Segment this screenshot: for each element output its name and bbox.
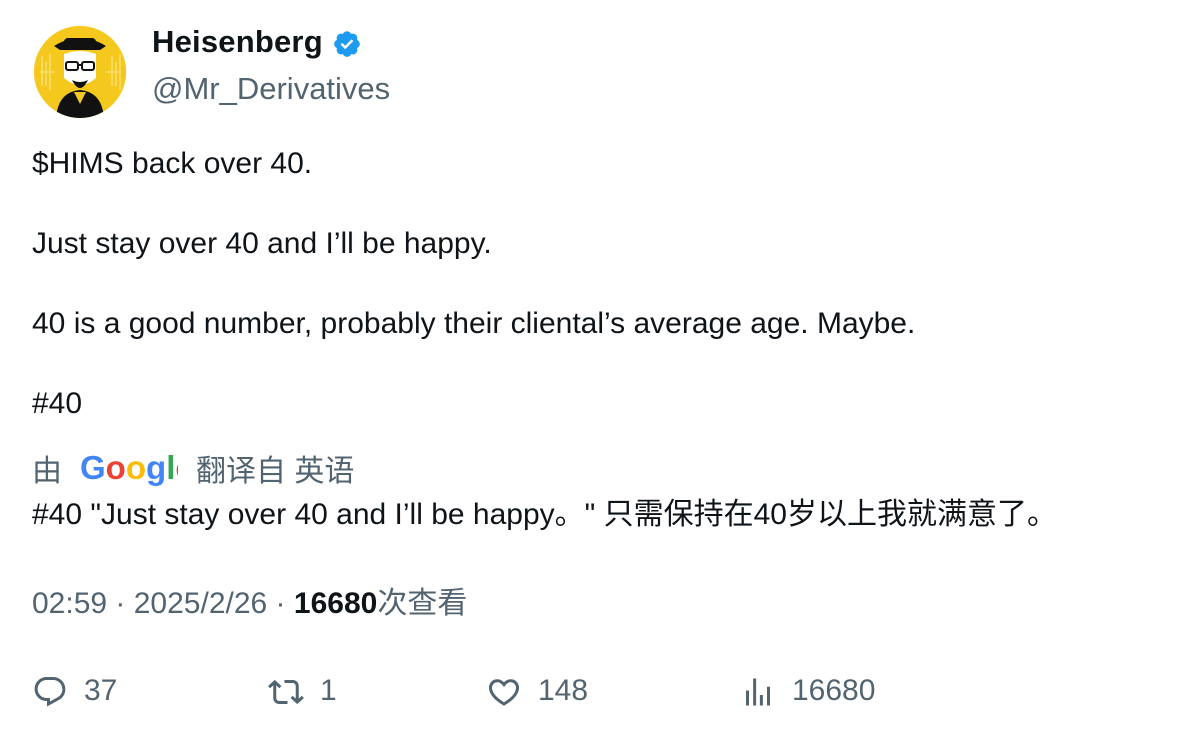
google-logo-icon: Google	[80, 449, 178, 486]
retweet-count: 1	[320, 673, 337, 707]
tweet-text: $HIMS back over 40. Just stay over 40 an…	[32, 144, 915, 424]
views-count: 16680	[293, 587, 378, 620]
tweet-time[interactable]: 02:59	[32, 587, 107, 620]
reply-button[interactable]: 37	[32, 670, 117, 714]
like-count: 148	[538, 673, 589, 707]
hashtag-link[interactable]: #40	[32, 384, 915, 424]
retweet-button[interactable]: 1	[268, 670, 337, 714]
views-action-count: 16680	[792, 673, 876, 707]
heart-icon	[488, 679, 520, 706]
translated-text: #40 "Just stay over 40 and I’ll be happy…	[32, 498, 1057, 531]
action-bar: 37 1 148 16680	[32, 670, 1182, 714]
heisenberg-avatar-icon	[34, 26, 126, 118]
handle[interactable]: @Mr_Derivatives	[152, 71, 390, 107]
display-name[interactable]: Heisenberg	[152, 24, 323, 60]
tweet-meta: 02:59 · 2025/2/26 · 16680次查看	[32, 587, 468, 620]
verified-badge-icon	[334, 30, 360, 57]
reply-icon	[34, 677, 66, 707]
author-names: Heisenberg @Mr_Derivatives	[152, 24, 390, 120]
views-button[interactable]: 16680	[740, 670, 875, 714]
reply-count: 37	[84, 673, 118, 707]
retweet-icon	[268, 679, 304, 705]
translation-attribution: 由 Google 翻译自 英语	[32, 448, 354, 488]
svg-text:Google: Google	[80, 449, 178, 486]
analytics-icon	[746, 678, 770, 706]
tweet-paragraph: $HIMS back over 40.	[32, 147, 313, 180]
tweet-date[interactable]: 2025/2/26	[134, 587, 267, 620]
tweet-paragraph: 40 is a good number, probably their clie…	[32, 307, 916, 340]
translation-suffix: 翻译自 英语	[196, 455, 355, 488]
like-button[interactable]: 148	[486, 670, 588, 714]
avatar[interactable]	[34, 26, 126, 118]
translation-prefix: 由	[32, 455, 62, 488]
tweet-header: Heisenberg @Mr_Derivatives	[34, 24, 390, 120]
tweet-paragraph: Just stay over 40 and I’ll be happy.	[32, 227, 492, 260]
views-label: 次查看	[377, 587, 468, 620]
